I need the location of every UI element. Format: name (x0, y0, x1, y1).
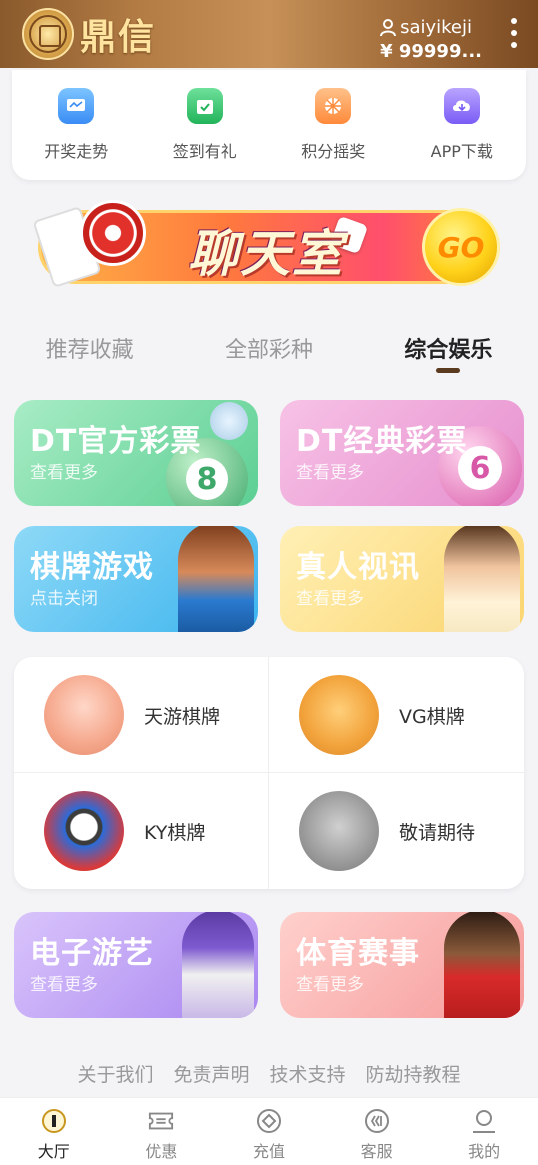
account-balance: ¥ 99999... (380, 41, 482, 62)
recharge-icon (256, 1108, 282, 1134)
game-coming-soon[interactable]: 敬请期待 (269, 773, 524, 889)
brand-name: 鼎信 (80, 17, 157, 58)
quick-link-lottery[interactable]: 积分摇奖 (269, 70, 398, 180)
link-tech-support[interactable]: 技术支持 (270, 1060, 346, 1087)
card-subtitle: 查看更多 (30, 975, 98, 995)
quick-link-checkin[interactable]: 签到有礼 (141, 70, 270, 180)
footer-links: 关于我们 免责声明 技术支持 防劫持教程 (0, 1060, 538, 1087)
tabbar-label: 大厅 (37, 1142, 70, 1161)
tabbar-lobby[interactable]: 大厅 (0, 1098, 108, 1165)
card-electronic-games[interactable]: 电子游艺 查看更多 (14, 912, 258, 1018)
category-tabs: 推荐收藏 全部彩种 综合娱乐 (0, 320, 538, 380)
calendar-check-icon (186, 88, 223, 124)
coming-soon-avatar-icon (299, 791, 379, 871)
tianyou-avatar-icon (44, 675, 124, 755)
quick-link-label: 签到有礼 (172, 142, 237, 161)
user-info[interactable]: saiyikeji ¥ 99999... (380, 16, 482, 64)
game-ky[interactable]: KY棋牌 (14, 773, 269, 889)
go-button[interactable]: GO (422, 208, 500, 286)
card-title: 电子游艺 (30, 936, 154, 971)
vg-mascot-icon (299, 675, 379, 755)
card-title: DT经典彩票 (296, 424, 468, 459)
tab-all-lotteries[interactable]: 全部彩种 (179, 320, 358, 380)
quick-link-label: 开奖走势 (44, 142, 109, 161)
link-anti-hijack-tutorial[interactable]: 防劫持教程 (366, 1060, 461, 1087)
card-subtitle: 查看更多 (296, 589, 364, 609)
game-tianyou[interactable]: 天游棋牌 (14, 657, 269, 773)
link-about-us[interactable]: 关于我们 (77, 1060, 153, 1087)
card-sports-events[interactable]: 体育赛事 查看更多 (280, 912, 524, 1018)
card-title: 体育赛事 (296, 936, 420, 971)
game-label: 天游棋牌 (144, 705, 221, 728)
lottery-wheel-icon (315, 88, 352, 124)
card-dt-classic-lottery[interactable]: 6 DT经典彩票 查看更多 (280, 400, 524, 506)
athlete-illustration (444, 912, 520, 1018)
user-icon (380, 19, 397, 37)
app-header: 鼎信 saiyikeji ¥ 99999... (0, 0, 538, 68)
logo-emblem-icon (22, 8, 74, 60)
tabbar-customer-service[interactable]: 客服 (323, 1098, 431, 1165)
tabbar-label: 优惠 (145, 1142, 178, 1161)
card-title: 棋牌游戏 (30, 550, 154, 585)
tabbar-label: 充值 (252, 1142, 285, 1161)
game-label: VG棋牌 (399, 705, 465, 728)
game-provider-grid: 天游棋牌 VG棋牌 KY棋牌 敬请期待 (14, 657, 524, 889)
ticket-icon (148, 1108, 174, 1134)
card-subtitle: 查看更多 (296, 463, 364, 483)
tabbar-profile[interactable]: 我的 (430, 1098, 538, 1165)
tabbar-promotions[interactable]: 优惠 (108, 1098, 216, 1165)
small-ball-icon (210, 402, 248, 440)
tab-entertainment[interactable]: 综合娱乐 (359, 320, 538, 380)
more-menu-icon[interactable] (510, 18, 518, 48)
character-illustration (178, 526, 254, 632)
card-title: DT官方彩票 (30, 424, 202, 459)
tabbar-recharge[interactable]: 充值 (215, 1098, 323, 1165)
quick-link-app-download[interactable]: APP下载 (398, 70, 527, 180)
poker-cards-icon (32, 192, 162, 296)
tabbar-label: 我的 (468, 1142, 501, 1161)
ball-number: 8 (186, 458, 228, 500)
quick-link-label: APP下载 (430, 142, 493, 161)
service-icon (364, 1108, 390, 1134)
game-label: 敬请期待 (399, 821, 476, 844)
chatroom-banner[interactable]: 聊天室 GO (32, 192, 500, 296)
card-live-video[interactable]: 真人视讯 查看更多 (280, 526, 524, 632)
quick-links-panel: 开奖走势 签到有礼 积分摇奖 APP下载 (12, 70, 526, 180)
game-vg[interactable]: VG棋牌 (269, 657, 524, 773)
tabbar-label: 客服 (360, 1142, 393, 1161)
card-title: 真人视讯 (296, 550, 420, 585)
game-label: KY棋牌 (144, 821, 206, 844)
ky-panda-icon (44, 791, 124, 871)
link-disclaimer[interactable]: 免责声明 (173, 1060, 249, 1087)
bottom-tab-bar: 大厅 优惠 充值 客服 我的 (0, 1097, 538, 1165)
host-illustration (444, 526, 520, 632)
download-icon (443, 88, 480, 124)
profile-icon (471, 1108, 497, 1134)
banner-title: 聊天室 (188, 225, 344, 283)
username: saiyikeji (400, 17, 472, 38)
home-icon (41, 1108, 67, 1134)
brand-logo: 鼎信 (22, 8, 156, 60)
wizard-illustration (182, 912, 254, 1018)
quick-link-trend[interactable]: 开奖走势 (12, 70, 141, 180)
card-subtitle: 查看更多 (296, 975, 364, 995)
card-dt-official-lottery[interactable]: 8 DT官方彩票 查看更多 (14, 400, 258, 506)
card-subtitle: 查看更多 (30, 463, 98, 483)
card-chess-games[interactable]: 棋牌游戏 点击关闭 (14, 526, 258, 632)
trend-chart-icon (58, 88, 95, 124)
card-subtitle: 点击关闭 (30, 589, 98, 609)
tab-favorites[interactable]: 推荐收藏 (0, 320, 179, 380)
quick-link-label: 积分摇奖 (301, 142, 366, 161)
casino-chip-icon (80, 200, 146, 266)
